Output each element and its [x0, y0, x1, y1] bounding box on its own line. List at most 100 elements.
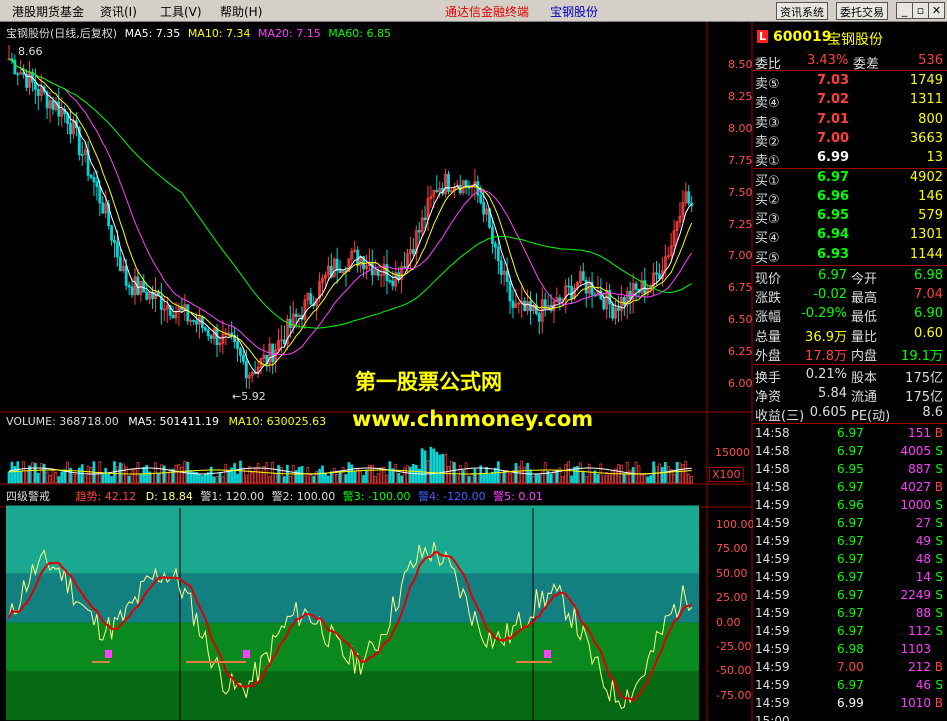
volume-bar — [409, 466, 412, 484]
volume-bar — [564, 464, 568, 484]
volume-bar — [473, 469, 477, 484]
candle-body — [529, 301, 532, 312]
volume-bar — [253, 468, 257, 484]
candle-body — [283, 339, 286, 345]
quote-name: 宝钢股份 — [827, 32, 883, 48]
order-price: 6.94 — [817, 227, 850, 243]
tick-volume: 48 — [915, 552, 931, 566]
candle-body — [499, 260, 503, 275]
stat-label: 涨跌 — [755, 291, 782, 307]
tick-time: 15:00 — [755, 714, 790, 721]
trade-button[interactable]: 委托交易 — [836, 2, 888, 20]
volume-bar — [224, 464, 228, 484]
volume-bar — [54, 472, 58, 484]
volume-bar — [508, 473, 512, 484]
tick-time: 14:59 — [755, 516, 790, 530]
volume-bar — [447, 465, 450, 484]
volume-bar — [520, 460, 524, 484]
volume-legend-vol: VOLUME: 368718.00 — [6, 415, 119, 428]
volume-bar — [124, 466, 128, 484]
volume-bar — [72, 473, 75, 484]
stat-value: 5.84 — [818, 386, 847, 402]
indicator-band-top — [6, 505, 699, 574]
volume-bar — [608, 473, 612, 484]
tick-row: 14:59 6.97 88 S — [753, 605, 947, 623]
tick-time: 14:59 — [755, 696, 790, 710]
volume-bar — [242, 467, 245, 484]
price-chart[interactable] — [7, 45, 694, 390]
menu-item-tools[interactable]: 工具(V) — [160, 3, 202, 20]
volume-bar — [327, 475, 330, 484]
menu-item-help[interactable]: 帮助(H) — [220, 3, 262, 20]
app-title: 通达信金融终端 — [445, 5, 530, 19]
tick-side: S — [935, 534, 943, 548]
indicator-y-tick: 50.00 — [716, 566, 748, 580]
price-legend-ma20: MA20: 7.15 — [258, 27, 321, 40]
close-icon[interactable]: ✕ — [928, 2, 945, 19]
volume-legend-ma5: MA5: 501411.19 — [128, 415, 219, 428]
tick-price: 7.00 — [837, 660, 864, 674]
order-price: 7.00 — [817, 130, 850, 146]
volume-bar — [643, 473, 647, 484]
volume-bar — [376, 473, 380, 484]
tick-price: 6.98 — [837, 642, 864, 656]
ask-row: 卖① 6.99 13 — [753, 149, 947, 169]
volume-bar — [288, 475, 292, 484]
high-price-label: 8.66 — [18, 45, 43, 58]
stat-label: 最高 — [851, 291, 878, 307]
indicator-y-tick: -75.00 — [716, 688, 752, 702]
indicator-chart[interactable] — [6, 505, 699, 721]
candle-body — [101, 202, 105, 214]
menu-item-info[interactable]: 资讯(I) — [100, 3, 137, 20]
volume-bar — [118, 462, 122, 484]
order-volume: 1144 — [909, 246, 943, 262]
tick-row: 14:59 6.97 2249 S — [753, 587, 947, 605]
volume-bar — [247, 466, 251, 484]
volume-bar — [567, 461, 570, 484]
candle-body — [203, 327, 207, 331]
indicator-name: 四级警戒 — [6, 490, 50, 503]
candle-body — [171, 314, 175, 319]
warning-bar — [92, 661, 110, 663]
tick-row: 14:59 7.00 212 B — [753, 659, 947, 677]
tick-price: 6.97 — [837, 588, 864, 602]
tick-time: 14:59 — [755, 570, 790, 584]
candle-body — [33, 81, 37, 90]
tick-price: 6.97 — [837, 534, 864, 548]
stat-value: 175亿 — [905, 371, 943, 386]
weicha-value: 536 — [918, 53, 943, 68]
volume-bar — [666, 466, 670, 484]
candle-body — [505, 270, 509, 282]
candle-body — [127, 284, 131, 288]
volume-bar — [77, 467, 81, 484]
volume-bar — [514, 463, 518, 484]
volume-bar — [532, 476, 535, 484]
volume-bar — [605, 472, 609, 484]
info-system-button[interactable]: 资讯系统 — [776, 2, 828, 20]
candle-body — [294, 313, 298, 317]
candle-body — [388, 280, 392, 283]
volume-bar — [587, 463, 591, 484]
candle-body — [356, 249, 360, 266]
order-price: 6.95 — [817, 208, 850, 224]
bid-row: 买⑤ 6.93 1144 — [753, 246, 947, 266]
volume-bar — [189, 470, 193, 484]
volume-bar — [581, 470, 585, 484]
volume-chart[interactable] — [7, 446, 694, 484]
high-price-mark: 8.66 — [18, 45, 43, 58]
tick-volume: 151 — [908, 426, 931, 440]
volume-bar — [652, 461, 655, 484]
restore-icon[interactable]: ▫ — [912, 2, 929, 19]
indicator-legend: 四级警戒 趋势: 42.12 D: 18.84 警1: 120.00 警2: 1… — [6, 488, 543, 504]
tick-side: S — [935, 444, 943, 458]
bid-row: 买④ 6.94 1301 — [753, 226, 947, 246]
order-price: 6.93 — [817, 246, 850, 262]
volume-bar — [66, 461, 69, 484]
tick-price: 6.95 — [837, 462, 864, 476]
volume-unit-badge[interactable]: X100 — [709, 467, 744, 482]
order-level-label: 卖③ — [755, 115, 780, 131]
minimize-icon[interactable]: _ — [896, 2, 913, 19]
indicator-y-tick: 0.00 — [716, 615, 741, 629]
menu-item-hk-futures[interactable]: 港股期货基金 — [12, 3, 84, 20]
stat-value: -0.02 — [813, 287, 847, 303]
